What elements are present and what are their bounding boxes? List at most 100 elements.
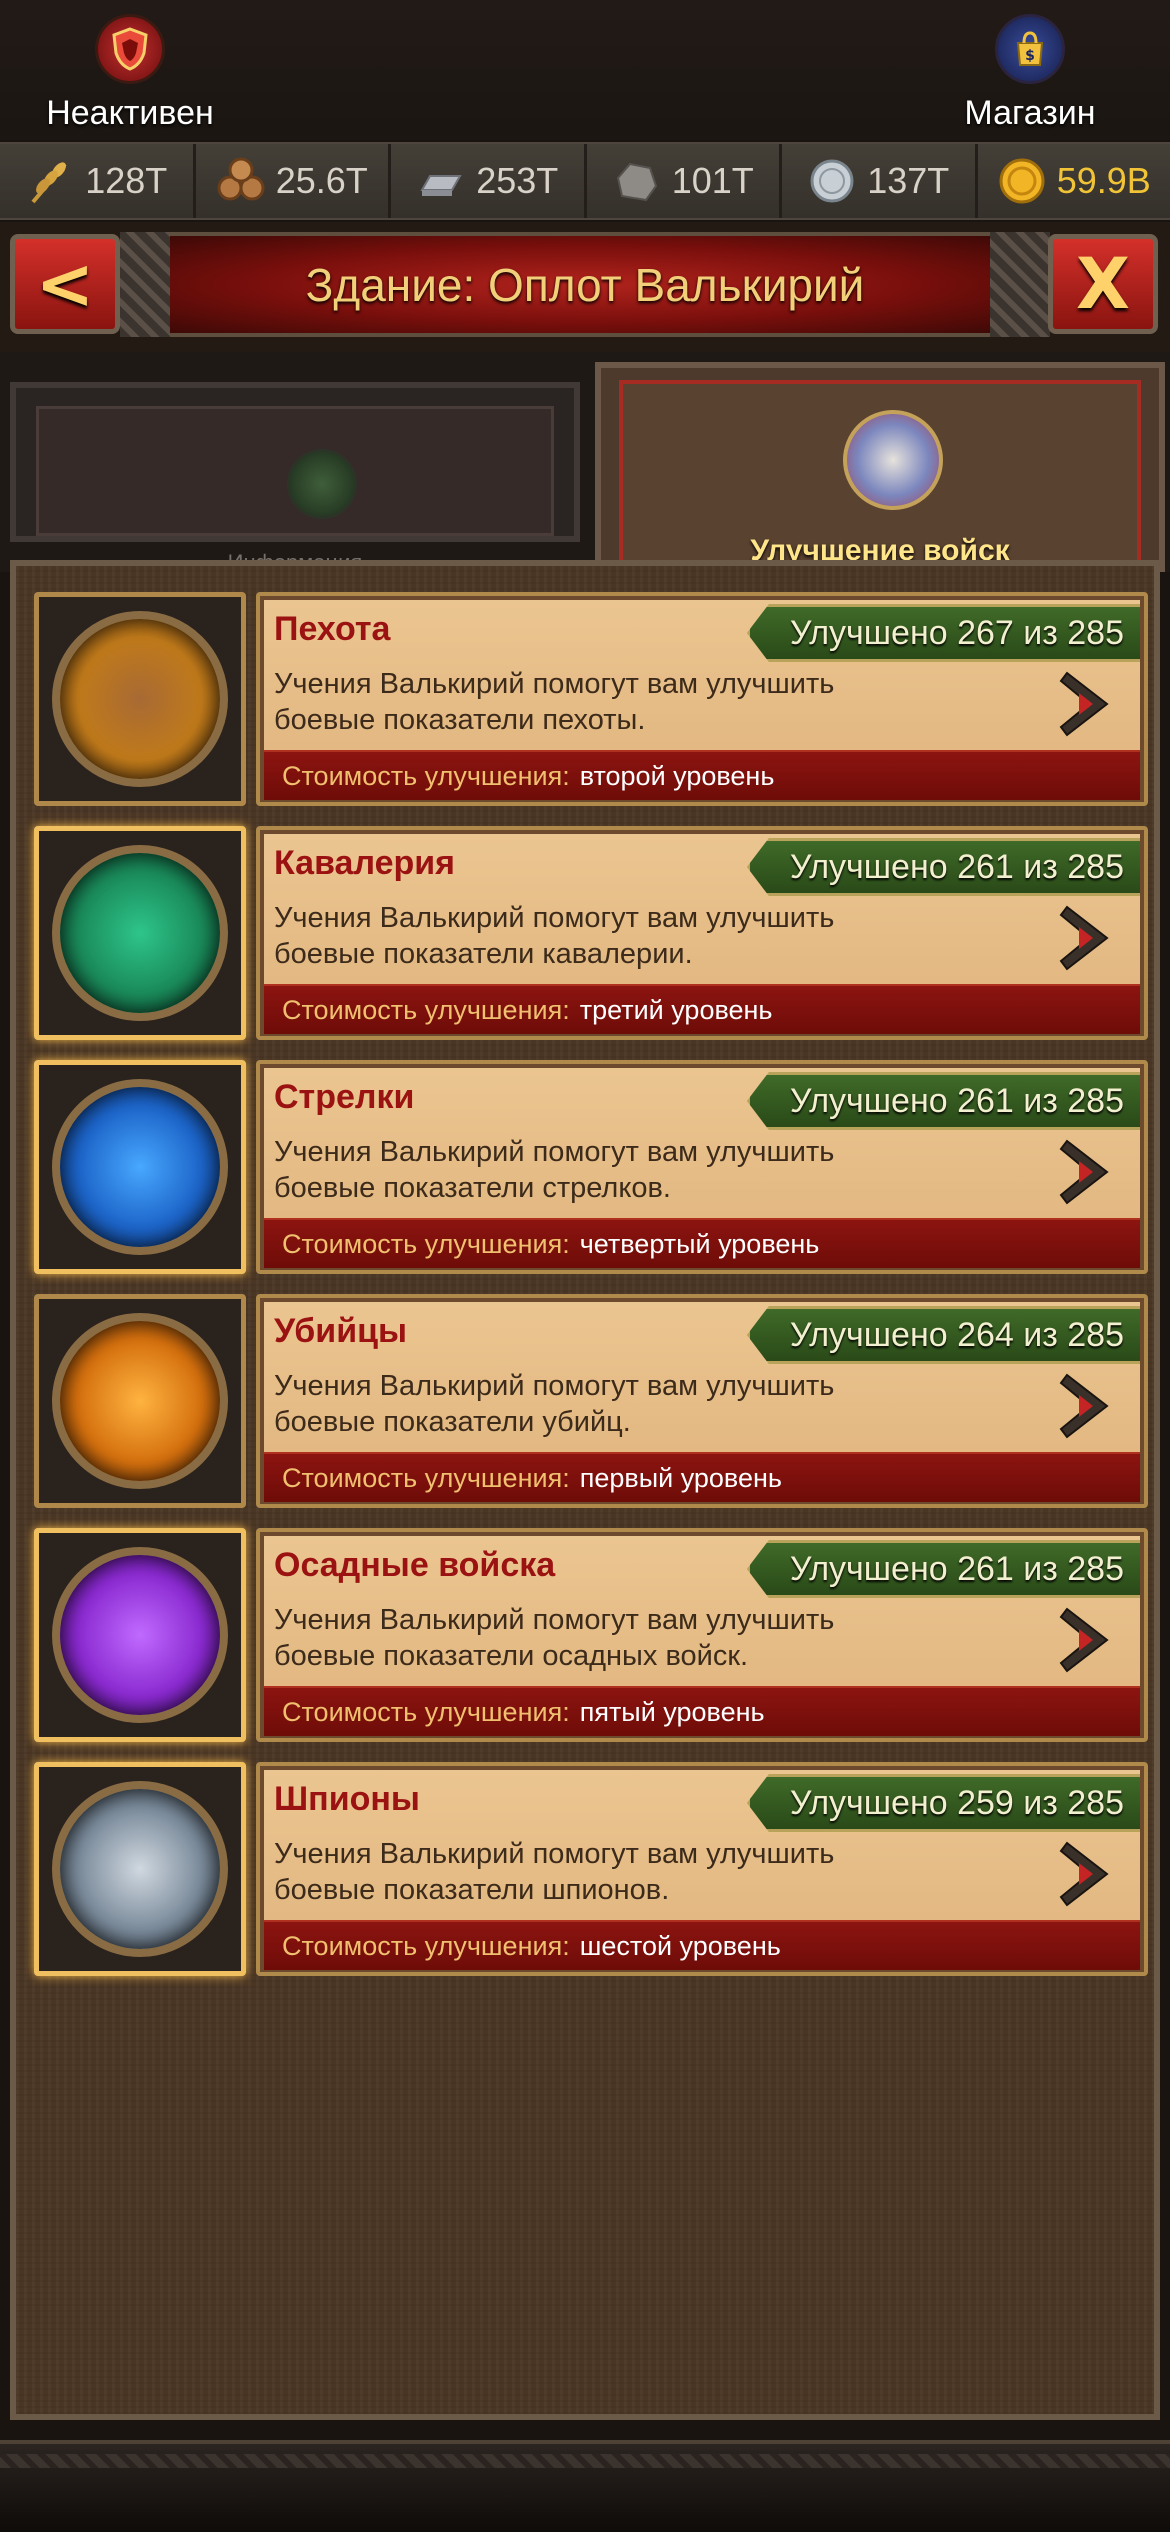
- shop-button[interactable]: $ Магазин: [920, 14, 1140, 133]
- resource-food-value: 128T: [85, 160, 168, 201]
- resource-food[interactable]: 128T: [0, 144, 196, 218]
- upgrade-cost-bar: Стоимость улучшения: второй уровень: [264, 750, 1140, 800]
- upgrade-cost-bar: Стоимость улучшения: четвертый уровень: [264, 1218, 1140, 1268]
- assassin-skull-axe-icon: [52, 1313, 228, 1489]
- wheat-icon: [31, 162, 67, 204]
- unit-name: Шпионы: [274, 1780, 420, 1818]
- resource-iron[interactable]: 253T: [391, 144, 587, 218]
- upgrade-progress-badge: Улучшено 261 из 285: [746, 838, 1140, 896]
- cost-label: Стоимость улучшения:: [282, 1930, 570, 1961]
- unit-row-assassins[interactable]: Убийцы Улучшено 264 из 285 Учения Вальки…: [26, 1290, 1156, 1512]
- iron-ingot-icon: [420, 175, 462, 196]
- unit-card: Убийцы Улучшено 264 из 285 Учения Вальки…: [256, 1294, 1148, 1508]
- cost-label: Стоимость улучшения:: [282, 1462, 570, 1493]
- celtic-knot-ornament: [990, 232, 1050, 337]
- svg-text:$: $: [1025, 48, 1035, 64]
- resource-wood-value: 25.6T: [275, 160, 368, 201]
- bottom-frame: [0, 2440, 1170, 2532]
- resource-gold[interactable]: 59.9B: [977, 144, 1170, 218]
- unit-description: Учения Валькирий помогут вам улучшить бо…: [274, 902, 835, 970]
- unit-card: Кавалерия Улучшено 261 из 285 Учения Вал…: [256, 826, 1148, 1040]
- unit-name: Кавалерия: [274, 844, 456, 882]
- shield-icon: [95, 14, 165, 84]
- chevron-left-icon: <: [35, 243, 95, 325]
- tabs: Информация Улучшение войск: [0, 352, 1170, 575]
- unit-portrait[interactable]: [34, 1762, 246, 1976]
- unit-portrait[interactable]: [34, 592, 246, 806]
- resource-wood[interactable]: 25.6T: [195, 144, 391, 218]
- unit-row-cavalry[interactable]: Кавалерия Улучшено 261 из 285 Учения Вал…: [26, 822, 1156, 1044]
- resource-stone-value: 101T: [671, 160, 754, 201]
- logs-icon: [217, 157, 265, 201]
- unit-card: Осадные войска Улучшено 261 из 285 Учени…: [256, 1528, 1148, 1742]
- upgrade-progress-badge: Улучшено 264 из 285: [746, 1306, 1140, 1364]
- upgrade-cost-bar: Стоимость улучшения: шестой уровень: [264, 1920, 1140, 1970]
- cost-value: третий уровень: [579, 994, 773, 1025]
- unit-description: Учения Валькирий помогут вам улучшить бо…: [274, 1370, 835, 1438]
- unit-row-spies[interactable]: Шпионы Улучшено 259 из 285 Учения Вальки…: [26, 1758, 1156, 1980]
- page-title: Здание: Оплот Валькирий: [305, 258, 865, 311]
- cost-value: шестой уровень: [579, 1930, 781, 1961]
- close-icon: X: [1076, 243, 1130, 325]
- resource-gold-value: 59.9B: [1056, 160, 1151, 201]
- upgrade-progress-badge: Улучшено 261 из 285: [746, 1540, 1140, 1598]
- tab-information-inner: [36, 406, 554, 536]
- inactive-label: Неактивен: [46, 94, 214, 132]
- cost-label: Стоимость улучшения:: [282, 1696, 570, 1727]
- tab-information[interactable]: Информация: [10, 382, 580, 575]
- upgrade-cost-bar: Стоимость улучшения: первый уровень: [264, 1452, 1140, 1502]
- cost-value: четвертый уровень: [579, 1228, 820, 1259]
- inactive-status-button[interactable]: Неактивен: [20, 14, 240, 133]
- spy-scroll-dagger-icon: [52, 1781, 228, 1957]
- unit-portrait[interactable]: [34, 1528, 246, 1742]
- cavalry-horseshoe-icon: [52, 845, 228, 1021]
- info-icon: [287, 449, 357, 519]
- cost-value: пятый уровень: [579, 1696, 765, 1727]
- resource-silver[interactable]: 137T: [782, 144, 978, 218]
- unit-description: Учения Валькирий помогут вам улучшить бо…: [274, 1136, 835, 1204]
- upgrade-cost-bar: Стоимость улучшения: пятый уровень: [264, 1686, 1140, 1736]
- unit-portrait[interactable]: [34, 826, 246, 1040]
- shop-bag-icon: $: [995, 14, 1065, 84]
- infantry-shield-axe-icon: [52, 611, 228, 787]
- back-button[interactable]: <: [10, 234, 120, 334]
- gauntlet-icon: [843, 410, 943, 510]
- cost-value: второй уровень: [579, 760, 775, 791]
- unit-name: Убийцы: [274, 1312, 408, 1350]
- arrow-right-icon[interactable]: [1054, 1134, 1118, 1210]
- gold-coin-icon: [999, 158, 1045, 204]
- tab-troop-upgrade[interactable]: Улучшение войск: [595, 362, 1165, 572]
- unit-portrait[interactable]: [34, 1294, 246, 1508]
- shop-label: Магазин: [964, 94, 1096, 132]
- close-button[interactable]: X: [1048, 234, 1158, 334]
- resource-stone[interactable]: 101T: [586, 144, 782, 218]
- unit-description: Учения Валькирий помогут вам улучшить бо…: [274, 1604, 835, 1672]
- upgrade-list-panel: Пехота Улучшено 267 из 285 Учения Вальки…: [10, 560, 1160, 2420]
- arrow-right-icon[interactable]: [1054, 666, 1118, 742]
- unit-row-infantry[interactable]: Пехота Улучшено 267 из 285 Учения Вальки…: [26, 588, 1156, 810]
- archer-bow-icon: [52, 1079, 228, 1255]
- top-bar: Неактивен $ Магазин: [0, 0, 1170, 140]
- unit-name: Осадные войска: [274, 1546, 556, 1584]
- siege-boulder-icon: [52, 1547, 228, 1723]
- unit-card: Стрелки Улучшено 261 из 285 Учения Вальк…: [256, 1060, 1148, 1274]
- unit-description: Учения Валькирий помогут вам улучшить бо…: [274, 668, 835, 736]
- building-title-banner: Здание: Оплот Валькирий: [170, 232, 1000, 337]
- unit-row-archers[interactable]: Стрелки Улучшено 261 из 285 Учения Вальк…: [26, 1056, 1156, 1278]
- title-bar: < Здание: Оплот Валькирий X: [0, 222, 1170, 352]
- resource-silver-value: 137T: [867, 160, 950, 201]
- arrow-right-icon[interactable]: [1054, 1836, 1118, 1912]
- resource-iron-value: 253T: [476, 160, 559, 201]
- unit-card: Шпионы Улучшено 259 из 285 Учения Вальки…: [256, 1762, 1148, 1976]
- arrow-right-icon[interactable]: [1054, 900, 1118, 976]
- resource-bar: 128T 25.6T 253T 101T 137T 59.9B: [0, 142, 1170, 220]
- stone-icon: [616, 162, 657, 202]
- unit-portrait[interactable]: [34, 1060, 246, 1274]
- cost-label: Стоимость улучшения:: [282, 760, 570, 791]
- arrow-right-icon[interactable]: [1054, 1368, 1118, 1444]
- unit-row-siege[interactable]: Осадные войска Улучшено 261 из 285 Учени…: [26, 1524, 1156, 1746]
- cost-label: Стоимость улучшения:: [282, 1228, 570, 1259]
- unit-description: Учения Валькирий помогут вам улучшить бо…: [274, 1838, 835, 1906]
- arrow-right-icon[interactable]: [1054, 1602, 1118, 1678]
- tab-troop-upgrade-inner: Улучшение войск: [619, 380, 1141, 567]
